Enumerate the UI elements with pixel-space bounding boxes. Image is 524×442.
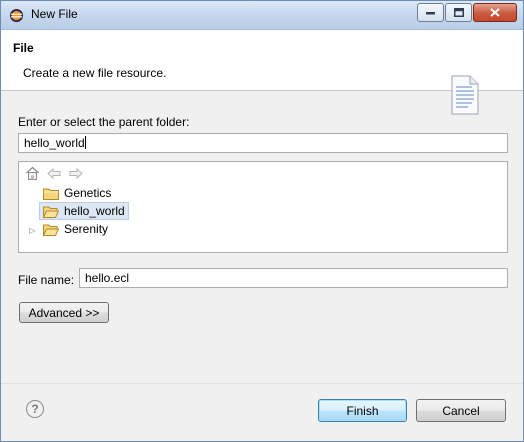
back-arrow-icon[interactable] [46,166,62,181]
folder-tree[interactable]: Genetics hello_world ▷ Serenity [18,161,508,253]
close-icon [490,8,500,17]
tree-item-genetics[interactable]: Genetics [43,184,111,202]
cancel-button-label: Cancel [442,403,480,418]
eclipse-icon [9,8,24,23]
title-bar[interactable]: New File [1,1,523,30]
forward-arrow-icon[interactable] [68,166,84,181]
parent-folder-value: hello_world [24,136,85,150]
cancel-button[interactable]: Cancel [416,399,506,422]
maximize-button[interactable] [445,3,472,22]
file-name-label: File name: [18,273,75,287]
tree-item-label: hello_world [64,204,125,218]
selection-highlight: hello_world [39,202,129,220]
text-cursor [84,136,86,149]
help-glyph: ? [31,402,39,416]
new-file-dialog: New File File Create a new file resource… [0,0,524,442]
maximize-icon [453,8,464,17]
close-button[interactable] [473,3,517,22]
open-folder-icon [43,206,59,218]
minimize-button[interactable] [417,3,444,22]
separator [1,383,523,384]
tree-item-label: Serenity [64,222,109,236]
advanced-button[interactable]: Advanced >> [19,302,109,323]
window-title: New File [31,7,78,21]
help-icon[interactable]: ? [26,400,44,418]
parent-folder-label: Enter or select the parent folder: [18,115,190,129]
page-title: File [13,41,34,55]
page-description: Create a new file resource. [23,66,167,80]
advanced-button-label: Advanced >> [28,305,100,320]
tree-item-label: Genetics [64,186,112,200]
new-file-wizard-icon [451,75,479,115]
folder-icon [43,224,59,236]
file-name-input[interactable]: hello.ecl [79,268,508,288]
folder-icon [43,188,59,200]
expand-arrow-icon[interactable]: ▷ [29,226,35,235]
tree-item-serenity[interactable]: Serenity [43,220,108,238]
header-banner: File Create a new file resource. [1,30,523,115]
finish-button[interactable]: Finish [318,399,407,422]
finish-button-label: Finish [346,403,379,418]
parent-folder-input[interactable]: hello_world [18,133,508,153]
home-icon[interactable] [25,166,40,181]
minimize-icon [426,11,435,14]
file-name-value: hello.ecl [85,271,130,285]
tree-item-hello-world[interactable]: hello_world [39,202,129,220]
